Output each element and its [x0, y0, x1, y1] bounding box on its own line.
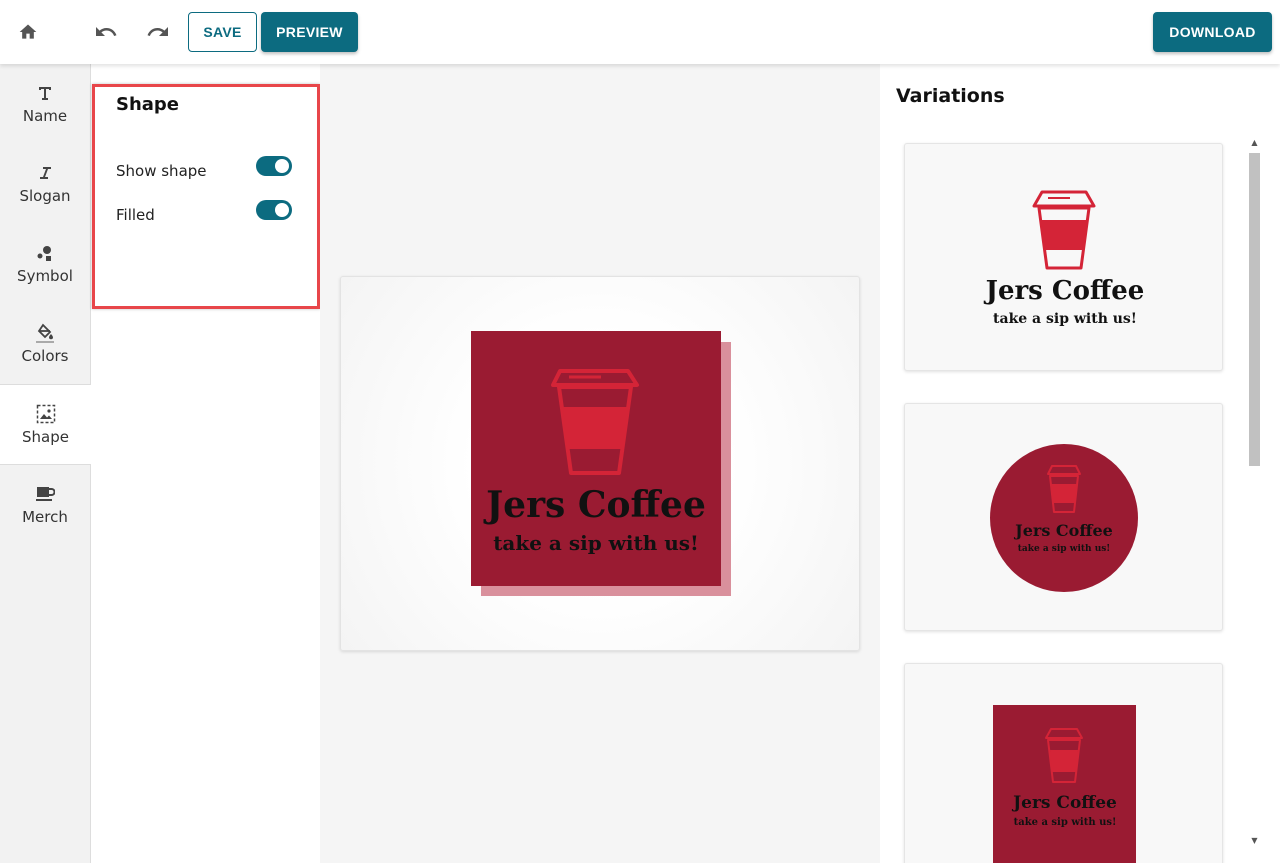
- variation-name: Jers Coffee: [1013, 521, 1113, 540]
- scroll-up-icon[interactable]: ▲: [1247, 137, 1262, 149]
- preview-button[interactable]: PREVIEW: [261, 12, 358, 52]
- filled-toggle[interactable]: [256, 200, 292, 220]
- variation-name: Jers Coffee: [984, 276, 1145, 306]
- left-nav: Name Slogan Symbol Colors Shape Merch: [0, 64, 91, 863]
- sidebar-item-symbol[interactable]: Symbol: [0, 224, 90, 304]
- filled-label: Filled: [116, 206, 155, 224]
- sidebar-item-name[interactable]: Name: [0, 64, 90, 144]
- coffee-cup-icon: [1032, 190, 1096, 270]
- undo-icon[interactable]: [90, 16, 122, 48]
- sidebar-item-label: Name: [22, 107, 68, 125]
- variation-slogan: take a sip with us!: [993, 311, 1137, 327]
- show-shape-toggle[interactable]: [256, 156, 292, 176]
- variation-card-square[interactable]: Jers Coffee take a sip with us!: [904, 663, 1223, 863]
- variations-scrollbar[interactable]: ▲ ▼: [1247, 137, 1262, 847]
- italic-icon: [35, 163, 55, 183]
- variation-logo: Jers Coffee take a sip with us!: [984, 190, 1145, 327]
- sidebar-item-colors[interactable]: Colors: [0, 304, 90, 384]
- shapes-icon: [35, 243, 55, 263]
- variation-card-circle[interactable]: Jers Coffee take a sip with us!: [904, 403, 1223, 631]
- variation-logo: Jers Coffee take a sip with us!: [990, 444, 1138, 592]
- logo-slogan: take a sip with us!: [493, 531, 699, 555]
- scroll-down-icon[interactable]: ▼: [1247, 835, 1262, 847]
- text-icon: [35, 83, 55, 103]
- image-frame-icon: [36, 404, 56, 424]
- paint-bucket-icon: [35, 323, 55, 343]
- sidebar-item-label: Slogan: [19, 187, 71, 205]
- sidebar-item-shape[interactable]: Shape: [0, 384, 91, 465]
- home-icon[interactable]: [12, 16, 44, 48]
- variations-title: Variations: [896, 85, 1005, 107]
- variation-logo: Jers Coffee take a sip with us!: [993, 705, 1136, 863]
- logo-preview: Jers Coffee take a sip with us!: [471, 331, 731, 596]
- scroll-thumb[interactable]: [1249, 153, 1260, 466]
- show-shape-label: Show shape: [116, 162, 207, 180]
- highlight-box: [92, 84, 320, 309]
- top-toolbar: SAVE PREVIEW DOWNLOAD: [0, 0, 1280, 64]
- redo-icon[interactable]: [142, 16, 174, 48]
- save-button[interactable]: SAVE: [188, 12, 257, 52]
- sidebar-item-label: Colors: [21, 347, 69, 365]
- variation-name: Jers Coffee: [1011, 793, 1117, 813]
- variation-slogan: take a sip with us!: [1014, 817, 1117, 828]
- panel-title: Shape: [116, 94, 180, 115]
- sidebar-item-label: Shape: [22, 427, 69, 446]
- variation-card-no-shape[interactable]: Jers Coffee take a sip with us!: [904, 143, 1223, 371]
- sidebar-item-label: Symbol: [17, 267, 73, 285]
- sidebar-item-label: Merch: [22, 508, 68, 526]
- toggle-knob: [275, 159, 289, 173]
- sidebar-item-slogan[interactable]: Slogan: [0, 144, 90, 224]
- variation-slogan: take a sip with us!: [1018, 544, 1111, 554]
- mug-icon: [35, 484, 55, 504]
- sidebar-item-merch[interactable]: Merch: [0, 465, 90, 545]
- toggle-knob: [275, 203, 289, 217]
- logo-preview-card[interactable]: Jers Coffee take a sip with us!: [340, 276, 860, 651]
- download-button[interactable]: DOWNLOAD: [1153, 12, 1272, 52]
- logo-name: Jers Coffee: [483, 484, 706, 526]
